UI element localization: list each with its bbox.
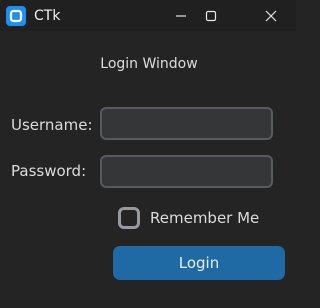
login-window-heading: Login Window [100,56,198,72]
title-bar: CTk [0,0,296,31]
close-button[interactable] [248,0,294,31]
checkbox-box[interactable] [118,207,140,229]
remember-me-checkbox[interactable]: Remember Me [118,204,259,232]
login-button[interactable]: Login [113,246,285,280]
username-label: Username: [11,116,93,134]
minimize-icon [176,14,186,17]
close-icon [265,10,277,21]
maximize-icon [205,10,217,21]
password-label: Password: [11,162,87,180]
window-title: CTk [34,8,61,24]
username-input[interactable] [100,107,273,140]
ctk-app-icon [6,6,26,26]
remember-me-label: Remember Me [150,209,260,227]
maximize-button[interactable] [188,0,234,31]
password-input[interactable] [100,155,273,188]
